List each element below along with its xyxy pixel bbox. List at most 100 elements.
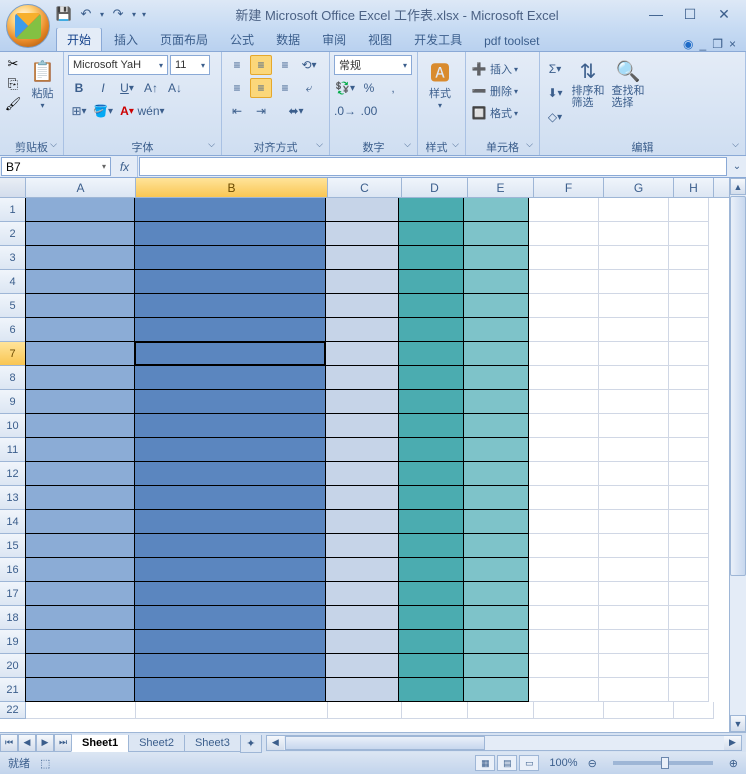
cut-icon[interactable]: ✂ [4,55,22,73]
bold-button[interactable]: B [68,78,90,98]
row-header-6[interactable]: 6 [0,318,26,342]
cell-A21[interactable] [25,677,135,702]
cell-D17[interactable] [398,581,464,606]
cell-E12[interactable] [463,461,529,486]
row-header-7[interactable]: 7 [0,342,26,366]
cell-A22[interactable] [26,702,136,719]
cell-D3[interactable] [398,245,464,270]
sheet-nav-next[interactable]: ▶ [36,734,54,752]
borders-button[interactable]: ⊞▾ [68,101,90,121]
cell-C4[interactable] [325,269,399,294]
view-layout-button[interactable]: ▤ [497,755,517,771]
cell-H6[interactable] [669,318,709,342]
cell-D5[interactable] [398,293,464,318]
cell-H4[interactable] [669,270,709,294]
font-size-combo[interactable]: 11▾ [170,55,210,75]
cell-H22[interactable] [674,702,714,719]
cell-D10[interactable] [398,413,464,438]
cell-C13[interactable] [325,485,399,510]
undo-icon[interactable]: ↶ [78,6,94,22]
cell-H10[interactable] [669,414,709,438]
cell-A12[interactable] [25,461,135,486]
office-button[interactable] [6,4,50,48]
save-icon[interactable]: 💾 [56,6,72,22]
align-center-button[interactable]: ≡ [250,78,272,98]
col-header-C[interactable]: C [328,178,402,197]
cell-C20[interactable] [325,653,399,678]
cell-D14[interactable] [398,509,464,534]
tab-page-layout[interactable]: 页面布局 [150,28,218,51]
accounting-format-button[interactable]: 💱▾ [334,78,356,98]
row-header-17[interactable]: 17 [0,582,26,606]
cell-H16[interactable] [669,558,709,582]
cell-E21[interactable] [463,677,529,702]
decrease-decimal-button[interactable]: .00 [358,101,380,121]
align-bottom-button[interactable]: ≡ [274,55,296,75]
cell-H7[interactable] [669,342,709,366]
tab-data[interactable]: 数据 [266,28,310,51]
row-header-1[interactable]: 1 [0,198,26,222]
zoom-out-button[interactable]: ⊖ [588,757,597,770]
tab-view[interactable]: 视图 [358,28,402,51]
row-header-9[interactable]: 9 [0,390,26,414]
cell-F5[interactable] [529,294,599,318]
cell-A19[interactable] [25,629,135,654]
cell-C15[interactable] [325,533,399,558]
cell-A1[interactable] [25,198,135,222]
ribbon-minimize-button[interactable]: _ [700,37,707,51]
cell-E7[interactable] [463,341,529,366]
undo-dropdown[interactable]: ▾ [100,10,104,19]
clear-button[interactable]: ◇▾ [544,107,566,127]
cell-G1[interactable] [599,198,669,222]
cell-G14[interactable] [599,510,669,534]
cell-D16[interactable] [398,557,464,582]
cell-G2[interactable] [599,222,669,246]
cell-C14[interactable] [325,509,399,534]
cell-G15[interactable] [599,534,669,558]
cell-F11[interactable] [529,438,599,462]
row-header-4[interactable]: 4 [0,270,26,294]
row-header-13[interactable]: 13 [0,486,26,510]
cell-E14[interactable] [463,509,529,534]
cell-B2[interactable] [134,221,326,246]
cell-E15[interactable] [463,533,529,558]
cell-B4[interactable] [134,269,326,294]
col-header-D[interactable]: D [402,178,468,197]
cell-A8[interactable] [25,365,135,390]
cell-D1[interactable] [398,198,464,222]
cell-C3[interactable] [325,245,399,270]
cell-B18[interactable] [134,605,326,630]
align-right-button[interactable]: ≡ [274,78,296,98]
cell-F13[interactable] [529,486,599,510]
cell-E19[interactable] [463,629,529,654]
row-header-2[interactable]: 2 [0,222,26,246]
cell-E18[interactable] [463,605,529,630]
cell-G18[interactable] [599,606,669,630]
cell-G6[interactable] [599,318,669,342]
cell-A3[interactable] [25,245,135,270]
cell-B14[interactable] [134,509,326,534]
redo-icon[interactable]: ↷ [110,6,126,22]
cell-C18[interactable] [325,605,399,630]
cells-format-button[interactable]: 🔲格式▾ [470,103,535,123]
row-header-16[interactable]: 16 [0,558,26,582]
cell-H8[interactable] [669,366,709,390]
cell-C8[interactable] [325,365,399,390]
view-pagebreak-button[interactable]: ▭ [519,755,539,771]
cell-B11[interactable] [134,437,326,462]
phonetic-button[interactable]: wén▾ [140,101,162,121]
cell-H2[interactable] [669,222,709,246]
cell-E20[interactable] [463,653,529,678]
cell-D9[interactable] [398,389,464,414]
cell-C22[interactable] [328,702,402,719]
cell-G16[interactable] [599,558,669,582]
maximize-button[interactable]: ☐ [682,6,698,23]
fill-button[interactable]: ⬇▾ [544,83,566,103]
cell-C9[interactable] [325,389,399,414]
cell-D7[interactable] [398,341,464,366]
cell-B22[interactable] [136,702,328,719]
cell-F9[interactable] [529,390,599,414]
cell-H12[interactable] [669,462,709,486]
cells-insert-button[interactable]: ➕插入▾ [470,59,535,79]
row-header-20[interactable]: 20 [0,654,26,678]
